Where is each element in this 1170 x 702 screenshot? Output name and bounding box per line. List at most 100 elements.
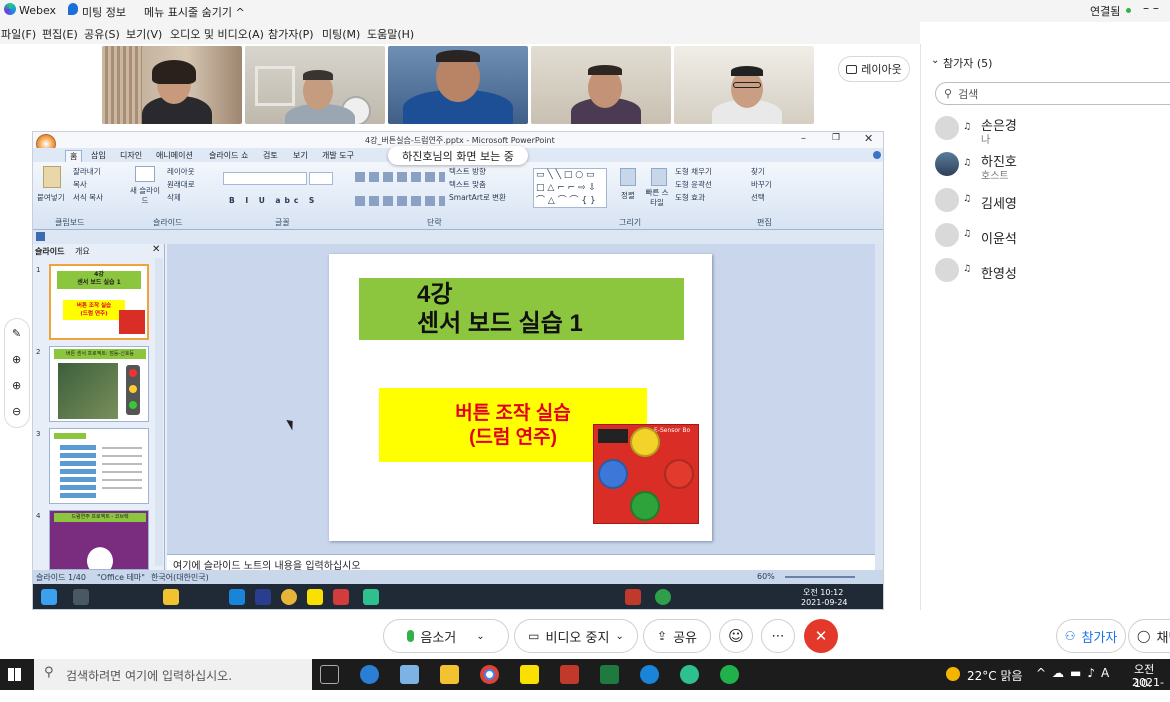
- format-painter-button[interactable]: 서식 복사: [73, 192, 103, 203]
- reactions-button[interactable]: ☺: [719, 619, 753, 653]
- font-style-buttons[interactable]: B I U abc S: [229, 196, 318, 205]
- tab-developer[interactable]: 개발 도구: [322, 150, 354, 161]
- zoom-out-icon[interactable]: ⊖: [12, 405, 21, 418]
- font-name-select[interactable]: [223, 172, 307, 185]
- participant-item[interactable]: ♫ 이윤석: [935, 221, 1165, 251]
- app-icon[interactable]: [720, 665, 739, 684]
- zoom-slider[interactable]: [785, 576, 855, 578]
- notes-pane[interactable]: 여기에 슬라이드 노트의 내용을 입력하십시오: [167, 554, 875, 572]
- task-view-icon[interactable]: [320, 665, 339, 684]
- taskbar-search-input[interactable]: ⚲ 검색하려면 여기에 입력하십시오.: [34, 659, 312, 690]
- video-tile[interactable]: [388, 46, 528, 124]
- hide-menu-button[interactable]: 메뉴 표시줄 숨기기 ^: [144, 4, 245, 20]
- video-tile[interactable]: [102, 46, 242, 124]
- quick-styles-icon[interactable]: [651, 168, 667, 186]
- folder-icon[interactable]: [440, 665, 459, 684]
- video-tile[interactable]: [245, 46, 385, 124]
- share-button[interactable]: ⇪ 공유: [643, 619, 711, 653]
- slide-thumb-2[interactable]: 버튼 센서 프로젝트: 점등-신호등: [49, 346, 149, 422]
- weather-text[interactable]: 22°C 맑음: [967, 667, 1023, 684]
- shape-effects-button[interactable]: 도형 효과: [675, 192, 705, 203]
- text-direction-button[interactable]: 텍스트 방향: [449, 166, 486, 177]
- quick-styles-button[interactable]: 빠른 스타일: [643, 188, 671, 208]
- slide-title-box[interactable]: 4강 센서 보드 실습 1: [359, 278, 684, 340]
- tab-insert[interactable]: 삽입: [91, 150, 106, 161]
- more-options-button[interactable]: ⋯: [761, 619, 795, 653]
- delete-slide-button[interactable]: 삭제: [167, 192, 181, 203]
- chat-button[interactable]: ◯ 채팅: [1128, 619, 1170, 653]
- webex-icon[interactable]: [680, 665, 699, 684]
- list-buttons[interactable]: [355, 172, 445, 182]
- more-icon[interactable]: – –: [1143, 1, 1159, 15]
- layout-menu-button[interactable]: 레이아웃: [167, 166, 195, 177]
- help-icon[interactable]: [873, 151, 881, 159]
- cut-button[interactable]: 잘라내기: [73, 166, 101, 177]
- layout-button[interactable]: 레이아웃: [838, 56, 910, 82]
- menu-view[interactable]: 보기(V): [126, 26, 162, 42]
- smartart-button[interactable]: SmartArt로 변환: [449, 192, 506, 203]
- powerpoint-icon[interactable]: [560, 665, 579, 684]
- restore-icon[interactable]: ❐: [832, 133, 840, 143]
- clock-date[interactable]: 2021-09-: [1132, 676, 1170, 702]
- select-button[interactable]: 선택: [751, 192, 765, 203]
- slide-thumb-4[interactable]: 드럼연주 프로젝트 - 코브렉: [49, 510, 149, 570]
- new-slide-icon[interactable]: [135, 166, 155, 182]
- excel-icon[interactable]: [600, 665, 619, 684]
- arrange-button[interactable]: 정렬: [621, 190, 635, 201]
- new-slide-button[interactable]: 새 슬라이드: [127, 186, 163, 206]
- paste-button[interactable]: 붙여넣기: [37, 192, 65, 203]
- chevron-down-icon[interactable]: ⌄: [615, 631, 623, 642]
- paste-icon[interactable]: [43, 166, 61, 188]
- tab-outline[interactable]: 개요: [75, 246, 90, 257]
- participant-search-input[interactable]: ⚲ 검색: [935, 82, 1170, 105]
- current-slide[interactable]: 4강 센서 보드 실습 1 버튼 조작 실습 (드럼 연주) E-Sensor …: [329, 254, 712, 541]
- collapse-icon[interactable]: ⌄: [931, 55, 939, 66]
- windows-start-icon[interactable]: [8, 668, 21, 681]
- menu-help[interactable]: 도움말(H): [367, 26, 414, 42]
- save-icon[interactable]: [36, 232, 45, 241]
- internet-explorer-icon[interactable]: [360, 665, 379, 684]
- shape-fill-button[interactable]: 도형 채우기: [675, 166, 712, 177]
- app-icon[interactable]: [400, 665, 419, 684]
- tab-design[interactable]: 디자인: [120, 150, 142, 161]
- menu-share[interactable]: 공유(S): [84, 26, 120, 42]
- tab-home[interactable]: 홈: [65, 150, 83, 162]
- zoom-in-icon[interactable]: ⊕: [12, 379, 21, 392]
- mute-button[interactable]: 음소거 ⌄: [383, 619, 509, 653]
- participant-item[interactable]: ♫ 손은경 나: [935, 114, 1165, 146]
- menu-edit[interactable]: 편집(E): [42, 26, 78, 42]
- participants-button[interactable]: ⚇ 참가자: [1056, 619, 1126, 653]
- shape-outline-button[interactable]: 도형 윤곽선: [675, 179, 712, 190]
- panel-scrollbar[interactable]: [155, 258, 163, 566]
- shapes-gallery[interactable]: ▭ ╲ ╲ □ ○ ▭ □ △ ⌐ ⌐ ⇨ ⇩ ⌒ △ ⌒ ⌒ { }: [533, 168, 607, 208]
- stop-video-button[interactable]: ▭ 비디오 중지 ⌄: [514, 619, 638, 653]
- replace-button[interactable]: 바꾸기: [751, 179, 772, 190]
- participant-item[interactable]: ♫ 한영성: [935, 256, 1165, 286]
- tab-slideshow[interactable]: 슬라이드 쇼: [209, 150, 248, 161]
- find-button[interactable]: 찾기: [751, 166, 765, 177]
- align-buttons[interactable]: [355, 196, 445, 206]
- video-tile[interactable]: [531, 46, 671, 124]
- menu-file[interactable]: 파일(F): [1, 26, 36, 42]
- pen-icon[interactable]: ✎: [12, 327, 21, 340]
- sensor-board-image[interactable]: E-Sensor Bo: [593, 424, 699, 524]
- edge-icon[interactable]: [640, 665, 659, 684]
- copy-button[interactable]: 복사: [73, 179, 87, 190]
- participant-item[interactable]: ♫ 김세영: [935, 186, 1165, 216]
- stamp-icon[interactable]: ⊕: [12, 353, 21, 366]
- close-icon[interactable]: ✕: [864, 132, 873, 145]
- leave-meeting-button[interactable]: ✕: [804, 619, 838, 653]
- menu-participants[interactable]: 참가자(P): [268, 26, 314, 42]
- participant-item[interactable]: ♫ 하진호 호스트: [935, 150, 1165, 182]
- menu-audio-video[interactable]: 오디오 및 비디오(A): [170, 26, 264, 42]
- font-size-select[interactable]: [309, 172, 333, 185]
- slide-thumb-1[interactable]: 4강 센서 보드 실습 1 버튼 조작 실습 (드럼 연주): [49, 264, 149, 340]
- chevron-down-icon[interactable]: ⌄: [476, 631, 484, 642]
- align-text-button[interactable]: 텍스트 맞춤: [449, 179, 486, 190]
- tab-view[interactable]: 보기: [293, 150, 308, 161]
- panel-close-icon[interactable]: ✕: [152, 244, 160, 255]
- tray-icons[interactable]: ^☁▬♪A: [1036, 666, 1115, 680]
- video-tile[interactable]: [674, 46, 814, 124]
- arrange-icon[interactable]: [620, 168, 636, 186]
- kakaotalk-icon[interactable]: [520, 665, 539, 684]
